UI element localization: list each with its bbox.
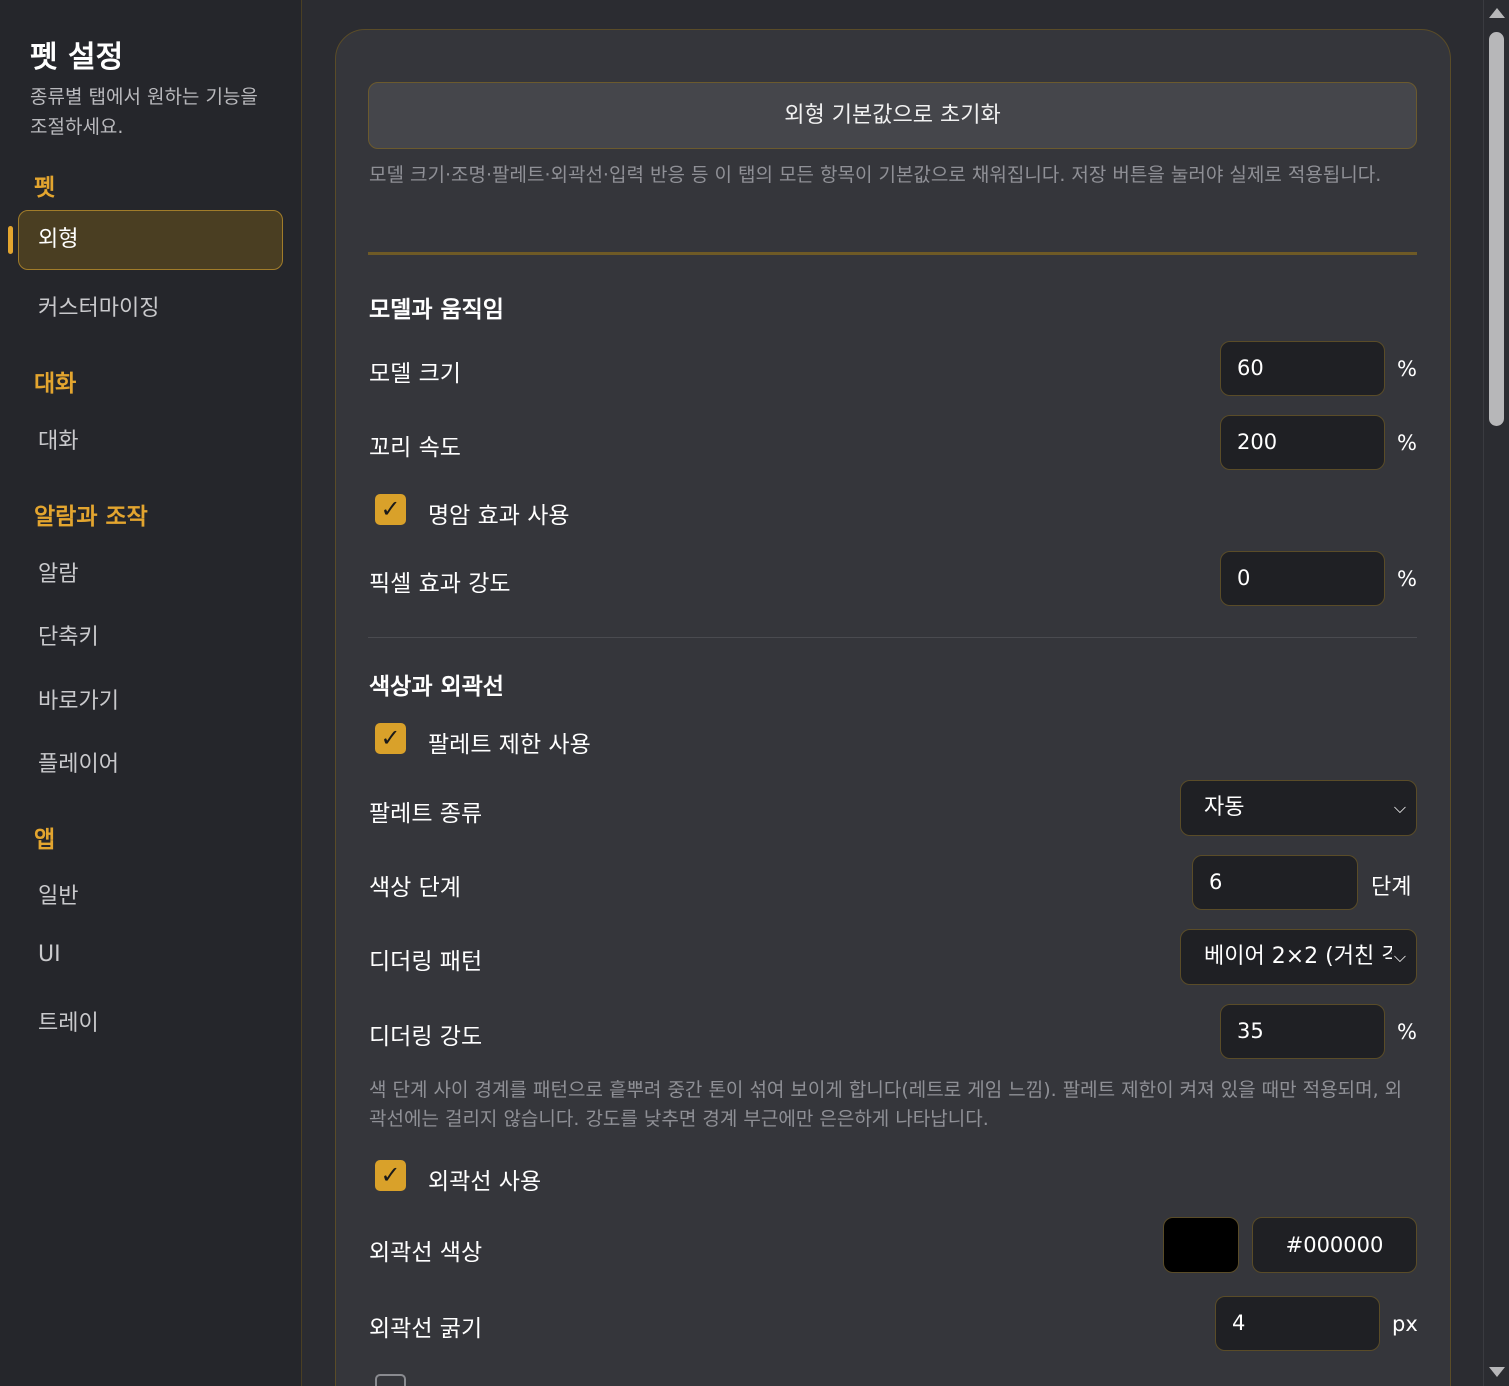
outline-width-unit: px xyxy=(1392,1312,1418,1336)
palette-type-select[interactable]: 자동 ⌵ xyxy=(1180,780,1417,836)
sidebar: 펫 설정 종류별 탭에서 원하는 기능을 조절하세요. 펫 외형 커스터마이징 … xyxy=(0,0,302,1386)
scroll-up-icon[interactable] xyxy=(1489,8,1505,18)
settings-subtitle: 종류별 탭에서 원하는 기능을 조절하세요. xyxy=(30,86,258,138)
color-steps-input[interactable]: 6 xyxy=(1192,855,1358,910)
group-pet-heading: 펫 xyxy=(34,175,56,201)
palette-type-label: 팔레트 종류 xyxy=(369,801,483,827)
outline-color-label: 외곽선 색상 xyxy=(369,1240,483,1266)
dither-strength-unit: % xyxy=(1397,1020,1417,1044)
model-size-input[interactable]: 60 xyxy=(1220,341,1385,396)
sidebar-item-player[interactable]: 플레이어 xyxy=(38,746,119,778)
tail-speed-unit: % xyxy=(1397,431,1417,455)
dither-note: 색 단계 사이 경계를 패턴으로 흩뿌려 중간 톤이 섞여 보이게 합니다(레트… xyxy=(369,1079,1403,1130)
model-size-unit: % xyxy=(1397,357,1417,381)
reset-appearance-button[interactable]: 외형 기본값으로 초기화 xyxy=(368,82,1417,149)
color-steps-unit: 단계 xyxy=(1371,875,1412,900)
dither-strength-label: 디더링 강도 xyxy=(369,1024,483,1050)
dither-pattern-label: 디더링 패턴 xyxy=(369,949,483,975)
reset-note: 모델 크기·조명·팔레트·외곽선·입력 반응 등 이 탭의 모든 항목이 기본값… xyxy=(369,164,1382,186)
shading-label: 명암 효과 사용 xyxy=(428,503,570,529)
outline-color-hex-input[interactable]: #000000 xyxy=(1252,1217,1417,1273)
sidebar-item-chat[interactable]: 대화 xyxy=(38,423,78,455)
chevron-down-icon: ⌵ xyxy=(1393,798,1406,817)
pixel-strength-input[interactable]: 0 xyxy=(1220,551,1385,606)
outline-width-input[interactable]: 4 xyxy=(1215,1296,1380,1351)
dither-strength-input[interactable]: 35 xyxy=(1220,1004,1385,1059)
section-divider xyxy=(368,637,1417,638)
color-steps-label: 색상 단계 xyxy=(369,875,461,901)
next-option-checkbox[interactable] xyxy=(375,1374,406,1386)
group-alarm-control-heading: 알람과 조작 xyxy=(34,504,148,530)
outline-color-swatch[interactable] xyxy=(1163,1217,1239,1273)
palette-limit-checkbox[interactable]: ✓ xyxy=(375,723,406,754)
pixel-strength-label: 픽셀 효과 강도 xyxy=(369,571,511,597)
palette-type-value: 자동 xyxy=(1204,795,1245,820)
scroll-down-icon[interactable] xyxy=(1489,1367,1505,1377)
sidebar-item-hotkeys[interactable]: 단축키 xyxy=(38,619,99,651)
section-title-color: 색상과 외곽선 xyxy=(369,674,504,700)
model-size-label: 모델 크기 xyxy=(369,361,461,387)
active-indicator xyxy=(8,226,13,254)
outline-checkbox[interactable]: ✓ xyxy=(375,1160,406,1191)
palette-limit-label: 팔레트 제한 사용 xyxy=(428,732,591,758)
shading-checkbox[interactable]: ✓ xyxy=(375,494,406,525)
outline-width-label: 외곽선 굵기 xyxy=(369,1316,483,1342)
tail-speed-label: 꼬리 속도 xyxy=(369,435,461,461)
sidebar-item-appearance[interactable]: 외형 xyxy=(18,210,283,270)
chevron-down-icon: ⌵ xyxy=(1391,930,1406,984)
tail-speed-input[interactable]: 200 xyxy=(1220,415,1385,470)
sidebar-item-tray[interactable]: 트레이 xyxy=(38,1005,99,1037)
group-chat-heading: 대화 xyxy=(34,371,77,397)
pixel-strength-unit: % xyxy=(1397,567,1417,591)
outline-label: 외곽선 사용 xyxy=(428,1169,542,1195)
sidebar-item-shortcuts[interactable]: 바로가기 xyxy=(38,683,119,715)
sidebar-item-alarm[interactable]: 알람 xyxy=(38,556,78,588)
dither-pattern-select[interactable]: 베이어 2×2 (거친 격 ⌵ xyxy=(1180,929,1417,985)
group-app-heading: 앱 xyxy=(34,827,56,853)
scrollbar-thumb[interactable] xyxy=(1489,32,1504,426)
dither-pattern-value: 베이어 2×2 (거친 격 xyxy=(1204,944,1402,969)
sidebar-item-customizing[interactable]: 커스터마이징 xyxy=(38,290,159,322)
divider xyxy=(368,252,1417,255)
sidebar-item-ui[interactable]: UI xyxy=(38,942,61,967)
sidebar-item-general[interactable]: 일반 xyxy=(38,878,78,910)
section-title-model: 모델과 움직임 xyxy=(369,297,504,323)
settings-title: 펫 설정 xyxy=(30,40,124,75)
